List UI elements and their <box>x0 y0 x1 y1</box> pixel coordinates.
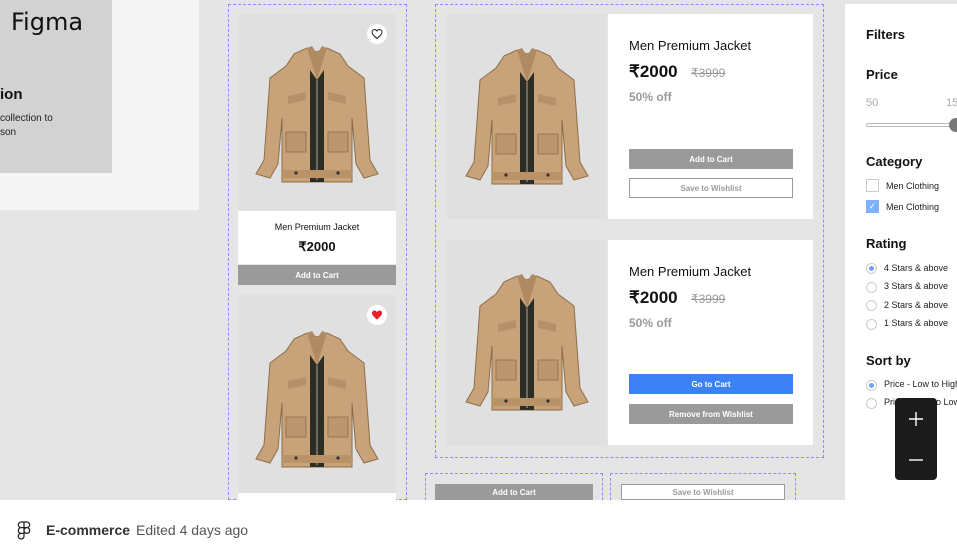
product-price: ₹2000 <box>629 62 678 81</box>
product-name: Men Premium Jacket <box>629 264 752 279</box>
zoom-out-button[interactable] <box>895 439 937 480</box>
rating-option-label: 4 Stars & above <box>884 263 949 273</box>
rating-radio[interactable] <box>866 300 877 311</box>
product-name: Men Premium Jacket <box>274 222 360 232</box>
rating-radio[interactable] <box>866 319 877 330</box>
remove-from-wishlist-button[interactable]: Remove from Wishlist <box>629 404 793 424</box>
sort-heading: Sort by <box>866 353 911 368</box>
product-image[interactable] <box>238 14 396 210</box>
rating-heading: Rating <box>866 236 907 251</box>
sort-option-label: Price - Low to High <box>884 379 957 389</box>
product-name: Men Premium Jacket <box>629 38 752 53</box>
product-price: ₹2000 <box>298 239 336 254</box>
price-slider-handle[interactable] <box>949 118 957 132</box>
product-price: ₹2000 <box>629 288 678 307</box>
figma-logo-text: Figma <box>11 8 84 36</box>
jacket-image <box>462 42 592 192</box>
save-to-wishlist-button[interactable]: Save to Wishlist <box>629 178 793 198</box>
add-to-cart-button[interactable]: Add to Cart <box>435 484 593 500</box>
heart-outline-icon <box>371 28 383 40</box>
hero-text-line: son <box>0 127 17 138</box>
jacket-image <box>462 268 592 418</box>
product-card-info <box>238 493 396 500</box>
jacket-image <box>252 325 382 475</box>
wishlist-toggle[interactable] <box>367 24 387 44</box>
price-heading: Price <box>866 67 898 82</box>
rating-radio[interactable] <box>866 282 877 293</box>
edited-timestamp: Edited 4 days ago <box>136 522 249 538</box>
add-to-cart-button[interactable]: Add to Cart <box>238 265 396 285</box>
price-max-label: 15 <box>946 97 957 109</box>
figma-icon[interactable] <box>17 521 31 540</box>
design-canvas[interactable]: Figma ion collection to son Men Premium … <box>0 0 957 500</box>
hero-title: ion <box>0 86 23 103</box>
rating-option-label: 2 Stars & above <box>884 300 949 310</box>
hero-banner: Figma ion collection to son <box>0 0 112 173</box>
rating-radio[interactable] <box>866 263 877 274</box>
product-image[interactable] <box>446 14 607 219</box>
category-checkbox[interactable] <box>866 179 879 192</box>
price-min-label: 50 <box>866 97 879 109</box>
check-icon: ✓ <box>868 201 877 211</box>
category-checkbox[interactable]: ✓ <box>866 200 879 213</box>
hero-frame: Figma ion collection to son <box>0 0 199 210</box>
original-price: ₹3999 <box>691 66 726 80</box>
price-slider-track[interactable] <box>866 123 957 127</box>
rating-option-label: 3 Stars & above <box>884 281 949 291</box>
save-to-wishlist-button[interactable]: Save to Wishlist <box>621 484 785 500</box>
product-card-info: Men Premium Jacket ₹2000 <box>238 211 396 264</box>
file-info-bar: E-commerce Edited 4 days ago <box>0 500 957 554</box>
original-price: ₹3999 <box>691 292 726 306</box>
add-to-cart-button[interactable]: Add to Cart <box>629 149 793 169</box>
sort-radio[interactable] <box>866 398 877 409</box>
category-option-label: Men Clothing <box>886 202 940 212</box>
discount-label: 50% off <box>629 90 672 104</box>
filters-title: Filters <box>866 27 906 42</box>
discount-label: 50% off <box>629 316 672 330</box>
wishlist-toggle[interactable] <box>367 305 387 325</box>
sort-radio[interactable] <box>866 380 877 391</box>
category-heading: Category <box>866 154 923 169</box>
category-option-label: Men Clothing <box>886 181 940 191</box>
product-image[interactable] <box>238 295 396 493</box>
rating-option-label: 1 Stars & above <box>884 318 949 328</box>
file-name[interactable]: E-commerce <box>46 522 130 538</box>
product-image[interactable] <box>446 240 607 445</box>
jacket-image <box>252 40 382 190</box>
zoom-control <box>895 398 937 480</box>
heart-filled-icon <box>371 309 383 321</box>
plus-icon <box>909 411 923 426</box>
zoom-in-button[interactable] <box>895 398 937 439</box>
go-to-cart-button[interactable]: Go to Cart <box>629 374 793 394</box>
hero-text-line: collection to <box>0 113 53 124</box>
minus-icon <box>909 458 923 461</box>
